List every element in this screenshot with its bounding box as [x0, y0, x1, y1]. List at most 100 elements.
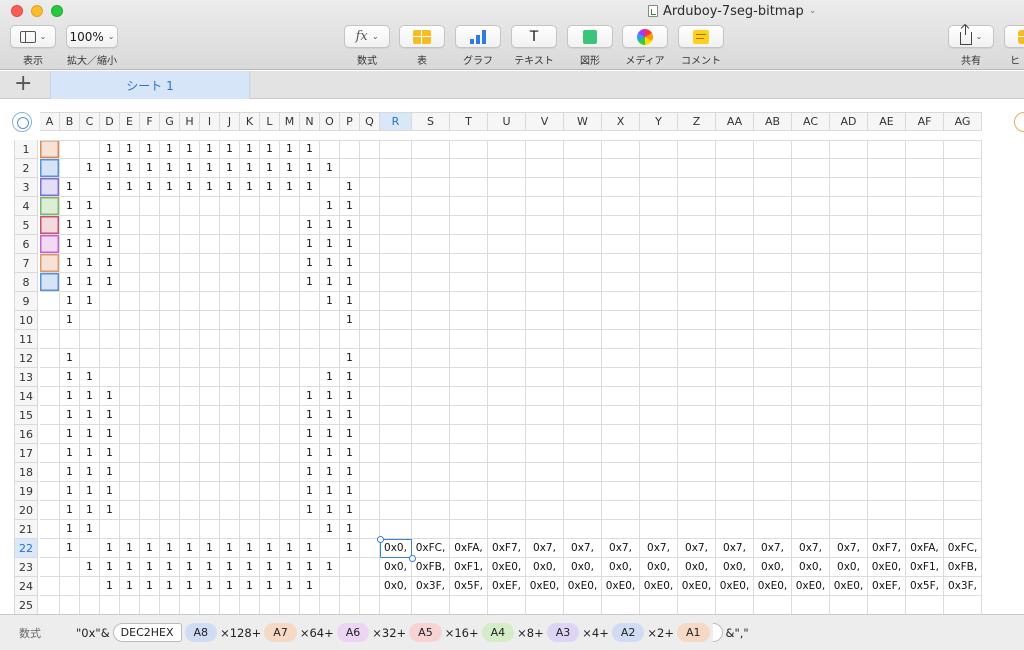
- cell-x11[interactable]: [602, 330, 640, 349]
- cell-i17[interactable]: [200, 444, 220, 463]
- cell-m10[interactable]: [280, 311, 300, 330]
- cell-o14[interactable]: 1: [320, 387, 340, 406]
- cell-u24[interactable]: 0xEF,: [488, 577, 526, 596]
- cell-ac12[interactable]: [792, 349, 830, 368]
- cell-u23[interactable]: 0xE0,: [488, 558, 526, 577]
- cell-t2[interactable]: [450, 159, 488, 178]
- shape-tool[interactable]: 図形: [567, 25, 613, 67]
- cell-x9[interactable]: [602, 292, 640, 311]
- cell-a18[interactable]: [40, 463, 60, 482]
- row-header-15[interactable]: 15: [14, 406, 38, 425]
- cell-f6[interactable]: [140, 235, 160, 254]
- cell-s18[interactable]: [412, 463, 450, 482]
- cell-d18[interactable]: 1: [100, 463, 120, 482]
- formula-ref-a1[interactable]: A1: [676, 623, 710, 642]
- cell-k11[interactable]: [240, 330, 260, 349]
- cell-x19[interactable]: [602, 482, 640, 501]
- cell-aa8[interactable]: [716, 273, 754, 292]
- cell-l11[interactable]: [260, 330, 280, 349]
- cell-e7[interactable]: [120, 254, 140, 273]
- cell-x4[interactable]: [602, 197, 640, 216]
- column-header-d[interactable]: D: [100, 112, 120, 131]
- cell-k21[interactable]: [240, 520, 260, 539]
- cell-v10[interactable]: [526, 311, 564, 330]
- cell-af3[interactable]: [906, 178, 944, 197]
- cell-ag18[interactable]: [944, 463, 982, 482]
- cell-k17[interactable]: [240, 444, 260, 463]
- cell-n15[interactable]: 1: [300, 406, 320, 425]
- cell-p8[interactable]: 1: [340, 273, 360, 292]
- cell-f8[interactable]: [140, 273, 160, 292]
- row-header-6[interactable]: 6: [14, 235, 38, 254]
- cell-k19[interactable]: [240, 482, 260, 501]
- cell-d14[interactable]: 1: [100, 387, 120, 406]
- row-header-21[interactable]: 21: [14, 520, 38, 539]
- cell-w16[interactable]: [564, 425, 602, 444]
- cell-s23[interactable]: 0xFB,: [412, 558, 450, 577]
- cell-a16[interactable]: [40, 425, 60, 444]
- column-header-aa[interactable]: AA: [716, 112, 754, 131]
- row-header-24[interactable]: 24: [14, 577, 38, 596]
- cell-b10[interactable]: 1: [60, 311, 80, 330]
- cell-y1[interactable]: [640, 140, 678, 159]
- cell-f4[interactable]: [140, 197, 160, 216]
- cell-j9[interactable]: [220, 292, 240, 311]
- cell-a15[interactable]: [40, 406, 60, 425]
- cell-n5[interactable]: 1: [300, 216, 320, 235]
- cell-b5[interactable]: 1: [60, 216, 80, 235]
- chart-button[interactable]: [455, 25, 501, 48]
- cell-i2[interactable]: 1: [200, 159, 220, 178]
- cell-ab10[interactable]: [754, 311, 792, 330]
- cell-z9[interactable]: [678, 292, 716, 311]
- cell-b7[interactable]: 1: [60, 254, 80, 273]
- cell-v2[interactable]: [526, 159, 564, 178]
- cell-q8[interactable]: [360, 273, 380, 292]
- cell-r14[interactable]: [380, 387, 412, 406]
- cell-m7[interactable]: [280, 254, 300, 273]
- formula-tool[interactable]: fx ⌄ 数式: [344, 25, 390, 67]
- cell-aa4[interactable]: [716, 197, 754, 216]
- cell-g24[interactable]: 1: [160, 577, 180, 596]
- cell-p1[interactable]: [340, 140, 360, 159]
- cell-u18[interactable]: [488, 463, 526, 482]
- cell-ad25[interactable]: [830, 596, 868, 614]
- cell-g5[interactable]: [160, 216, 180, 235]
- cell-x15[interactable]: [602, 406, 640, 425]
- cell-ad16[interactable]: [830, 425, 868, 444]
- cell-d8[interactable]: 1: [100, 273, 120, 292]
- cell-ab16[interactable]: [754, 425, 792, 444]
- cell-j13[interactable]: [220, 368, 240, 387]
- cell-k15[interactable]: [240, 406, 260, 425]
- cell-r2[interactable]: [380, 159, 412, 178]
- cell-t5[interactable]: [450, 216, 488, 235]
- cell-af21[interactable]: [906, 520, 944, 539]
- cell-ae2[interactable]: [868, 159, 906, 178]
- cell-n21[interactable]: [300, 520, 320, 539]
- cell-o22[interactable]: [320, 539, 340, 558]
- cell-d2[interactable]: 1: [100, 159, 120, 178]
- cell-x16[interactable]: [602, 425, 640, 444]
- cell-p4[interactable]: 1: [340, 197, 360, 216]
- cell-ad17[interactable]: [830, 444, 868, 463]
- cell-k10[interactable]: [240, 311, 260, 330]
- cell-x13[interactable]: [602, 368, 640, 387]
- cell-b20[interactable]: 1: [60, 501, 80, 520]
- cell-a13[interactable]: [40, 368, 60, 387]
- cell-d22[interactable]: 1: [100, 539, 120, 558]
- cell-z22[interactable]: 0x7,: [678, 539, 716, 558]
- cell-l16[interactable]: [260, 425, 280, 444]
- cell-i24[interactable]: 1: [200, 577, 220, 596]
- cell-c18[interactable]: 1: [80, 463, 100, 482]
- cell-ae11[interactable]: [868, 330, 906, 349]
- cell-y15[interactable]: [640, 406, 678, 425]
- cell-j23[interactable]: 1: [220, 558, 240, 577]
- cell-a25[interactable]: [40, 596, 60, 614]
- cell-ad11[interactable]: [830, 330, 868, 349]
- cell-c11[interactable]: [80, 330, 100, 349]
- formula-ref-a5[interactable]: A5: [409, 623, 442, 642]
- cell-a19[interactable]: [40, 482, 60, 501]
- cell-k25[interactable]: [240, 596, 260, 614]
- cell-x17[interactable]: [602, 444, 640, 463]
- minimize-window-button[interactable]: [31, 5, 43, 17]
- cell-aa1[interactable]: [716, 140, 754, 159]
